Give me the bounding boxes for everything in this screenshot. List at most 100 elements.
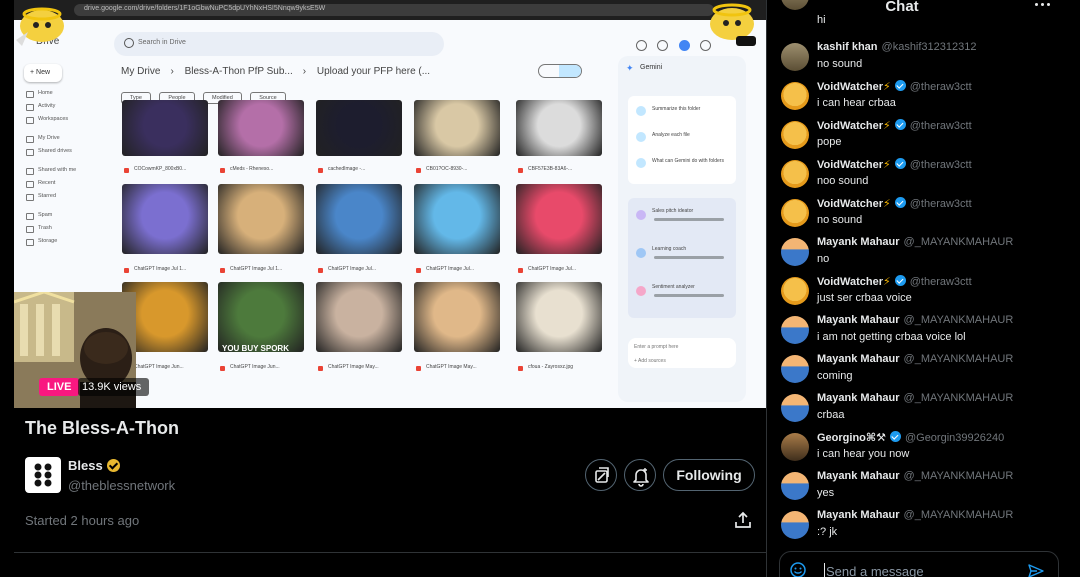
chat-message-text: no [817,253,830,265]
address-bar: drive.google.com/drive/folders/1F1oGbwNu… [74,4,714,16]
clip-icon [595,467,609,483]
divider [14,552,766,553]
reminder-button[interactable] [624,459,656,491]
chat-message-text: yes [817,487,835,499]
chat-author[interactable]: Mayank Mahaur @_MAYANKMAHAUR [817,236,1013,248]
drive-file-name: cachedImage -... [316,166,402,176]
chat-message-text: just ser crbaa voice [817,292,912,304]
chat-author-handle: @theraw3ctt [909,159,972,171]
chat-author-handle: @kashif312312312 [881,41,977,53]
chat-author-name: VoidWatcher [817,198,884,210]
drive-file-thumbnail [516,282,602,352]
verified-gold-icon [106,459,120,472]
chat-author-handle: @theraw3ctt [909,198,972,210]
chat-author[interactable]: Mayank Mahaur @_MAYANKMAHAUR [817,509,1013,521]
chat-author-name: Mayank Mahaur [817,470,900,482]
drive-sidebar: + New Home Activity Workspaces My Drive Shar… [20,62,110,302]
chat-message-text: i am not getting crbaa voice lol [817,331,966,343]
chat-author[interactable]: Georgino⌘⚒ @Georgin39926240 [817,431,1004,444]
avatar[interactable] [781,511,809,539]
chat-message-text: crbaa [817,409,845,421]
chat-author[interactable]: VoidWatcher⚡ @theraw3ctt [817,158,972,171]
meme-caption: YOU BUY SPORK [222,344,289,353]
chat-author[interactable]: VoidWatcher⚡ @theraw3ctt [817,80,972,93]
chat-input[interactable]: Send a message [779,551,1059,577]
chat-panel: Chat hi kashif khan @kashif312312312 no so… [766,0,1080,577]
drive-breadcrumb: My Drive › Bless-A-Thon PfP Sub... › Uploa… [121,66,431,77]
live-badge: LIVE [39,378,80,396]
chat-author[interactable]: Mayank Mahaur @_MAYANKMAHAUR [817,353,1013,365]
avatar[interactable] [781,472,809,500]
emoji-icon[interactable] [790,562,806,577]
gemini-suggestion: What can Gemini do with folders [652,158,724,164]
chat-author[interactable]: VoidWatcher⚡ @theraw3ctt [817,197,972,210]
drive-file-thumbnail [218,282,304,352]
lightning-icon: ⚡ [883,276,891,288]
gem-label: Learning coach [652,246,687,252]
gem-label: Sales pitch ideator [652,208,694,214]
drive-sidebar-item: Home [26,90,76,103]
clip-button[interactable] [585,459,617,491]
chat-message-text: hi [817,14,826,26]
drive-file-name: ChatGPT Image Jun... [218,364,304,374]
reminder-icon [633,468,649,487]
drive-file-name: ChatGPT Image Jul... [316,266,402,276]
host-handle[interactable]: @theblessnetwork [68,478,175,493]
avatar[interactable] [781,82,809,110]
avatar[interactable] [781,277,809,305]
chat-author-handle: @_MAYANKMAHAUR [903,392,1014,404]
host-name[interactable]: Bless [68,458,120,473]
gemini-star-icon: ✦ [626,63,634,73]
chat-author-name: Mayank Mahaur [817,353,900,365]
send-icon[interactable] [1028,564,1044,577]
lightning-icon: ⚡ [883,159,891,171]
drive-file-thumbnail [316,100,402,156]
avatar[interactable] [781,433,809,461]
share-icon[interactable] [734,511,752,529]
avatar[interactable] [781,199,809,227]
chat-author[interactable]: VoidWatcher⚡ @theraw3ctt [817,275,972,288]
avatar[interactable] [781,121,809,149]
gemini-prompt-input: Enter a prompt here + Add sources [628,338,736,368]
avatar[interactable] [781,43,809,71]
verified-icon [894,275,906,286]
chat-message-text: no sound [817,214,863,226]
chat-author-handle: @_MAYANKMAHAUR [903,470,1014,482]
more-icon[interactable] [1033,0,1053,10]
drive-sidebar-item: Shared drives [26,148,76,161]
avatar[interactable] [781,160,809,188]
avatar[interactable] [781,238,809,266]
avatar[interactable] [781,316,809,344]
drive-file-thumbnail [316,282,402,352]
drive-file-thumbnail [414,282,500,352]
host-avatar[interactable] [25,457,61,493]
video-player[interactable]: drive.google.com/drive/folders/1F1oGbwNu… [14,0,766,408]
drive-search-bar: Search in Drive [114,32,444,56]
chat-author[interactable]: Mayank Mahaur @_MAYANKMAHAUR [817,314,1013,326]
host-name-text: Bless [68,458,103,473]
drive-sidebar-list: Home Activity Workspaces My Drive Shared dri… [26,90,76,251]
drive-file-thumbnail [218,184,304,254]
chat-author-name: Mayank Mahaur [817,314,900,326]
drive-file-thumbnail [316,184,402,254]
view-toggle [538,64,582,78]
chat-message-text: no sound [817,58,863,70]
chat-author[interactable]: kashif khan @kashif312312312 [817,41,977,53]
chat-author[interactable]: Mayank Mahaur @_MAYANKMAHAUR [817,392,1013,404]
chat-author-name: kashif khan [817,41,878,53]
chat-author[interactable]: Mayank Mahaur @_MAYANKMAHAUR [817,470,1013,482]
chat-author-name: VoidWatcher [817,159,884,171]
settings-icon [657,40,669,51]
drive-file-name: CB01?OC-8930-... [414,166,500,176]
drive-file-name: ChatGPT Image May... [414,364,500,374]
drive-file-thumbnail [516,100,602,156]
following-button[interactable]: Following [663,459,755,491]
drive-sidebar-item: Storage [26,238,76,251]
chat-input-placeholder: Send a message [826,564,924,577]
avatar[interactable] [781,394,809,422]
avatar[interactable] [781,355,809,383]
drive-file-thumbnail [516,184,602,254]
drive-file-thumbnail [122,100,208,156]
chat-author[interactable]: VoidWatcher⚡ @theraw3ctt [817,119,972,132]
grid-view-icon [559,65,581,77]
